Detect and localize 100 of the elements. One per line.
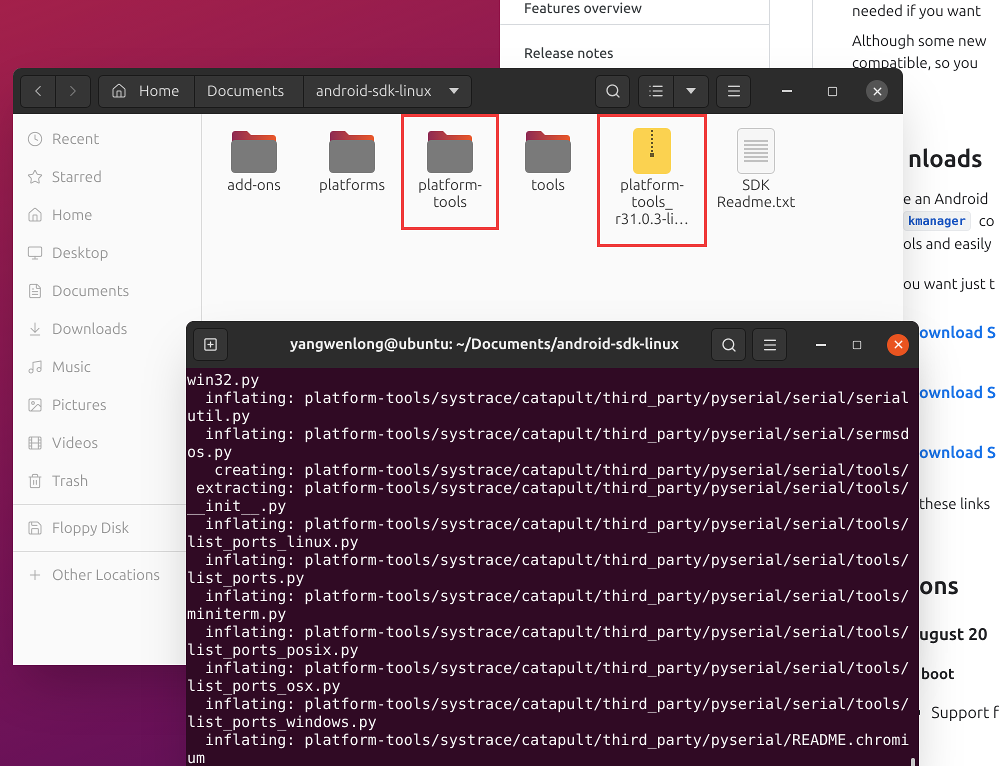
section-heading: ugust 20 xyxy=(919,624,988,646)
text-file-icon xyxy=(737,128,775,174)
path-segment[interactable]: android-sdk-linux xyxy=(304,76,471,106)
sidebar-item[interactable]: Desktop xyxy=(13,234,185,272)
folder-icon xyxy=(524,130,572,174)
sidebar-item[interactable]: Downloads xyxy=(13,310,185,348)
download-link[interactable]: ownload S xyxy=(919,320,996,344)
monitor-icon xyxy=(27,245,43,261)
sidebar-item[interactable]: Recent xyxy=(13,120,185,158)
section-heading: ons xyxy=(919,570,959,600)
terminal-line: util.py xyxy=(186,407,250,425)
terminal-line: miniterm.py xyxy=(186,605,286,623)
file-item[interactable]: platform- tools xyxy=(401,114,499,230)
nav-link[interactable]: Features overview xyxy=(524,0,642,19)
folder-icon xyxy=(328,130,376,174)
list-icon xyxy=(648,83,664,99)
paragraph-text: ols and easily xyxy=(903,234,992,254)
terminal-line: __init__.py xyxy=(186,497,286,515)
paragraph-text: Support f xyxy=(931,702,999,724)
terminal-line: creating: platform-tools/systrace/catapult/third_party/pyserial/serial/tools/ xyxy=(213,461,910,479)
search-button[interactable] xyxy=(595,74,630,108)
terminal-line: inflating: platform-tools/systrace/catapult/third_party/pyserial/serial/tools/ xyxy=(204,695,910,713)
sidebar-item[interactable]: Floppy Disk xyxy=(13,509,185,547)
window-title: yangwenlong@ubuntu: ~/Documents/android-sdk-linux xyxy=(290,334,679,354)
terminal-line: inflating: platform-tools/systrace/catapult/third_party/pyserial/serial/tools/ xyxy=(204,659,910,677)
sidebar-item[interactable]: Pictures xyxy=(13,386,185,424)
new-tab-button[interactable] xyxy=(193,328,228,361)
new-tab-icon xyxy=(203,337,218,352)
menu-button[interactable] xyxy=(752,328,787,361)
terminal-line: inflating: platform-tools/systrace/catapult/third_party/pyserial/serial/tools/ xyxy=(204,515,910,533)
terminal-line: list_ports_windows.py xyxy=(186,713,377,731)
file-item[interactable]: tools xyxy=(499,114,597,201)
sidebar-item[interactable]: Documents xyxy=(13,272,185,310)
film-icon xyxy=(27,435,43,451)
close-button[interactable] xyxy=(887,334,909,356)
terminal-line: os.py xyxy=(186,443,232,461)
file-name: platform- tools xyxy=(418,176,482,210)
file-item[interactable]: platforms xyxy=(303,114,401,201)
search-icon xyxy=(604,83,620,99)
file-item[interactable]: SDK Readme.txt xyxy=(707,114,805,218)
sidebar-item[interactable]: Music xyxy=(13,348,185,386)
file-name: SDK Readme.txt xyxy=(716,176,796,210)
file-item[interactable]: add-ons xyxy=(205,114,303,201)
nav-link[interactable]: Release notes xyxy=(524,45,614,61)
path-segment[interactable]: Documents xyxy=(195,76,304,106)
paragraph-text: co xyxy=(978,211,995,231)
paragraph-text: e an Android xyxy=(903,189,988,209)
home-icon xyxy=(111,83,127,99)
section-heading: nloads xyxy=(908,144,982,174)
image-icon xyxy=(27,397,43,413)
paragraph-text: boot xyxy=(921,664,955,684)
folder-icon xyxy=(426,130,474,174)
terminal-line: um xyxy=(186,749,206,766)
download-icon xyxy=(27,321,43,337)
terminal-line: inflating: platform-tools/systrace/catapult/third_party/pyserial/serial/tools/ xyxy=(204,551,910,569)
file-name: platforms xyxy=(319,176,385,193)
menu-icon xyxy=(726,83,742,99)
file-name: add-ons xyxy=(227,176,281,193)
terminal-line: inflating: platform-tools/systrace/catapult/third_party/pyserial/README.chromi xyxy=(204,731,910,749)
paragraph-text: these links xyxy=(919,494,990,514)
terminal-line: list_ports_linux.py xyxy=(186,533,359,551)
paragraph-text: compatible, so you xyxy=(852,53,978,73)
home-icon xyxy=(27,207,43,223)
minimize-icon xyxy=(816,344,826,346)
sidebar-item[interactable]: Trash xyxy=(13,462,185,500)
terminal-line: inflating: platform-tools/systrace/catapult/third_party/pyserial/serial/serial xyxy=(204,389,910,407)
search-button[interactable] xyxy=(711,328,746,361)
sidebar-item[interactable]: Other Locations xyxy=(13,556,185,594)
paragraph-text: ou want just t xyxy=(903,274,995,294)
caret-down-icon xyxy=(449,88,459,94)
download-link[interactable]: ownload S xyxy=(919,440,996,464)
download-link[interactable]: ownload S xyxy=(919,380,996,404)
sidebar-item[interactable]: Videos xyxy=(13,424,185,462)
terminal-line: inflating: platform-tools/systrace/catapult/third_party/pyserial/serial/tools/ xyxy=(204,587,910,605)
search-icon xyxy=(720,336,736,352)
sidebar-item[interactable]: Home xyxy=(13,196,185,234)
path-segment[interactable]: Home xyxy=(99,76,195,106)
clock-icon xyxy=(27,131,43,147)
close-button[interactable] xyxy=(866,80,888,102)
close-icon xyxy=(870,84,884,98)
file-item[interactable]: platform- tools_ r31.0.3-li… xyxy=(597,114,707,247)
terminal-line: list_ports.py xyxy=(186,569,304,587)
plus-icon xyxy=(27,567,43,583)
maximize-icon xyxy=(852,340,862,350)
terminal-line: extracting: platform-tools/systrace/catapult/third_party/pyserial/serial/tools/ xyxy=(195,479,910,497)
terminal-line: list_ports_posix.py xyxy=(186,641,359,659)
menu-button[interactable] xyxy=(716,74,751,108)
file-name: tools xyxy=(531,176,565,193)
caret-down-icon xyxy=(686,88,696,94)
minimize-icon xyxy=(782,90,792,92)
code-snippet: kmanager xyxy=(903,211,971,232)
terminal-line: inflating: platform-tools/systrace/catapult/third_party/pyserial/serial/tools/ xyxy=(204,623,910,641)
terminal-line: inflating: platform-tools/systrace/catapult/third_party/pyserial/serial/sermsd xyxy=(204,425,910,443)
sidebar-item[interactable]: Starred xyxy=(13,158,185,196)
close-icon xyxy=(892,338,904,351)
music-note-icon xyxy=(27,359,43,375)
maximize-icon xyxy=(826,86,838,96)
star-icon xyxy=(27,169,43,185)
trash-icon xyxy=(27,473,43,489)
zip-archive-icon xyxy=(633,128,671,174)
